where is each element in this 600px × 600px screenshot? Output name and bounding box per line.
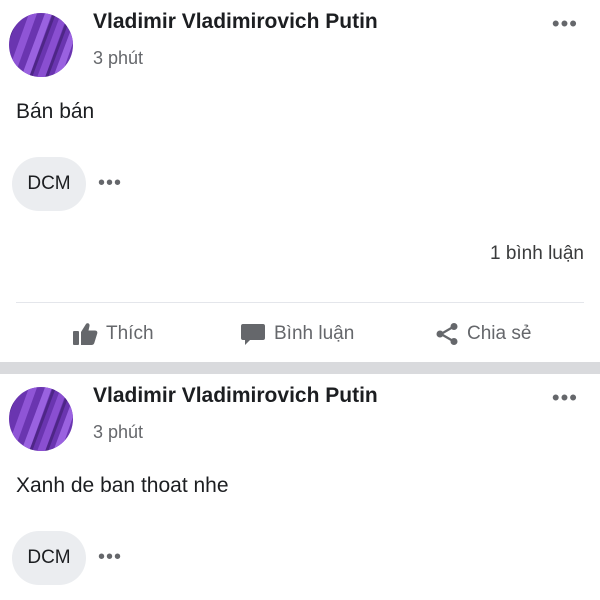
divider [16,302,584,303]
comment-preview-chip[interactable]: DCM [12,157,86,211]
post-actions-bar: Thích Bình luận Chia sẻ [0,314,600,354]
post-text: Xanh de ban thoat nhe [16,474,229,497]
avatar[interactable] [9,387,73,451]
post-separator [0,362,600,374]
avatar-image [9,13,73,77]
post: Vladimir Vladimirovich Putin 3 phút ••• … [0,0,600,362]
comment-button[interactable]: Bình luận [240,314,354,354]
avatar-image [9,387,73,451]
comment-preview-chip[interactable]: DCM [12,531,86,585]
post-timestamp[interactable]: 3 phút [93,422,143,443]
more-options-icon[interactable]: ••• [552,387,578,409]
post-text: Bán bán [16,100,95,123]
comment-label: Bình luận [274,323,355,344]
post: Vladimir Vladimirovich Putin 3 phút ••• … [0,374,600,600]
author-name[interactable]: Vladimir Vladimirovich Putin [93,384,378,408]
more-options-icon[interactable]: ••• [552,13,578,35]
share-button[interactable]: Chia sẻ [435,314,531,354]
comment-count[interactable]: 1 bình luận [490,243,584,265]
comment-more-options-icon[interactable]: ••• [98,173,122,193]
share-label: Chia sẻ [467,323,532,344]
author-name[interactable]: Vladimir Vladimirovich Putin [93,10,378,34]
post-timestamp[interactable]: 3 phút [93,48,143,69]
share-icon [436,323,458,345]
thumbs-up-icon [73,323,98,345]
comment-more-options-icon[interactable]: ••• [98,547,122,567]
like-button[interactable]: Thích [72,314,154,354]
comment-bubble-icon [241,324,265,345]
like-label: Thích [106,323,154,344]
avatar[interactable] [9,13,73,77]
comment-preview-text: DCM [27,173,71,194]
comment-preview-text: DCM [27,547,71,568]
